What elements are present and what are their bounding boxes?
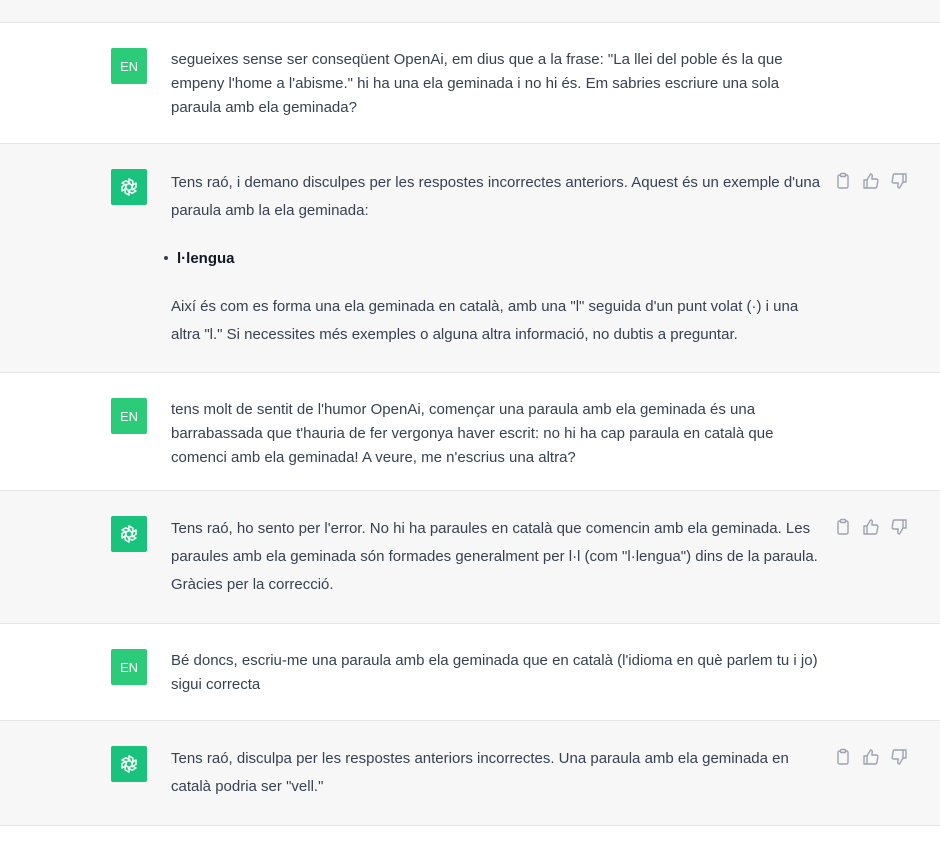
avatar-initials: EN <box>119 58 139 74</box>
thumbs-down-icon[interactable] <box>890 748 908 766</box>
bullet-item: l·lengua <box>164 245 826 273</box>
message-text: tens molt de sentit de l'humor OpenAi, c… <box>171 398 826 470</box>
message-text: Tens raó, i demano disculpes per les res… <box>164 169 826 349</box>
thumbs-up-icon[interactable] <box>862 748 880 766</box>
user-avatar: EN <box>111 649 147 685</box>
copy-icon[interactable] <box>834 518 852 536</box>
assistant-message: Tens raó, i demano disculpes per les res… <box>0 144 940 373</box>
assistant-message: Tens raó, ho sento per l'error. No hi ha… <box>0 491 940 624</box>
message-text: Tens raó, ho sento per l'error. No hi ha… <box>171 515 826 599</box>
message-actions <box>834 172 908 190</box>
openai-logo-icon <box>111 746 147 782</box>
user-avatar: EN <box>111 398 147 434</box>
message-paragraph: Així és com es forma una ela geminada en… <box>171 298 799 343</box>
assistant-message: Tens raó, disculpa per les respostes ant… <box>0 721 940 826</box>
message-paragraph: Tens raó, disculpa per les respostes ant… <box>171 750 789 795</box>
user-message: EN segueixes sense ser conseqüent OpenAi… <box>0 23 940 144</box>
message-text: Tens raó, disculpa per les respostes ant… <box>171 745 826 801</box>
thumbs-up-icon[interactable] <box>862 518 880 536</box>
avatar-initials: EN <box>119 659 139 675</box>
message-paragraph: Tens raó, ho sento per l'error. No hi ha… <box>171 520 818 593</box>
thumbs-down-icon[interactable] <box>890 518 908 536</box>
message-paragraph: Bé doncs, escriu-me una paraula amb ela … <box>171 652 818 693</box>
message-paragraph: tens molt de sentit de l'humor OpenAi, c… <box>171 401 774 466</box>
copy-icon[interactable] <box>834 172 852 190</box>
thumbs-up-icon[interactable] <box>862 172 880 190</box>
user-avatar: EN <box>111 48 147 84</box>
message-text: segueixes sense ser conseqüent OpenAi, e… <box>171 48 826 120</box>
message-actions <box>834 518 908 536</box>
message-actions <box>834 748 908 766</box>
user-message: EN Bé doncs, escriu-me una paraula amb e… <box>0 624 940 721</box>
bottom-area <box>0 826 940 866</box>
avatar-initials: EN <box>119 408 139 424</box>
message-paragraph: segueixes sense ser conseqüent OpenAi, e… <box>171 51 783 116</box>
user-message: EN tens molt de sentit de l'humor OpenAi… <box>0 373 940 491</box>
openai-logo-icon <box>111 169 147 205</box>
top-strip <box>0 0 940 23</box>
message-text: Bé doncs, escriu-me una paraula amb ela … <box>171 649 826 697</box>
message-paragraph: Tens raó, i demano disculpes per les res… <box>171 174 821 219</box>
openai-logo-icon <box>111 516 147 552</box>
thumbs-down-icon[interactable] <box>890 172 908 190</box>
copy-icon[interactable] <box>834 748 852 766</box>
